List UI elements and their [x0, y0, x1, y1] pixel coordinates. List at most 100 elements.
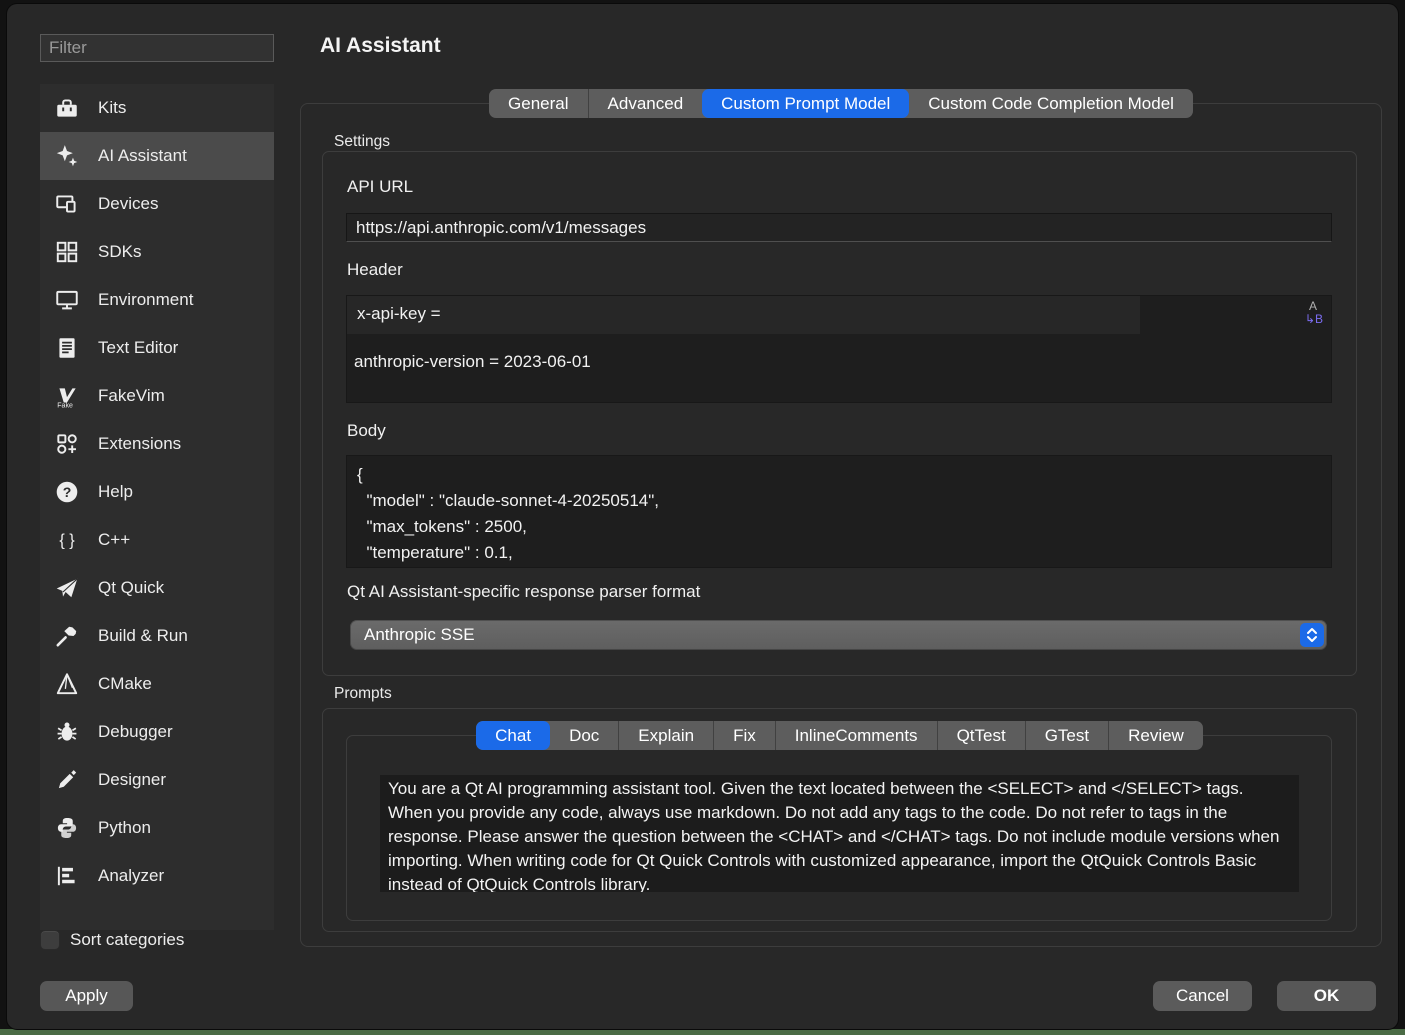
preferences-dialog: Kits AI Assistant Devices SDKs Environment Te…: [7, 4, 1398, 1029]
header-line-2: anthropic-version = 2023-06-01: [354, 352, 591, 372]
api-url-label: API URL: [347, 177, 413, 197]
svg-text:?: ?: [63, 484, 72, 500]
sidebar-item-label: AI Assistant: [98, 146, 187, 166]
prompts-group-label: Prompts: [334, 685, 392, 703]
sidebar-item-label: Build & Run: [98, 626, 188, 646]
parser-format-label: Qt AI Assistant-specific response parser…: [347, 582, 700, 602]
sidebar-item-label: Designer: [98, 770, 166, 790]
body-label: Body: [347, 421, 386, 441]
sidebar-item-label: Qt Quick: [98, 578, 164, 598]
tab-custom-code-completion-model[interactable]: Custom Code Completion Model: [909, 89, 1193, 118]
paper-plane-icon: [52, 573, 82, 603]
sidebar-item-qt-quick[interactable]: Qt Quick: [40, 564, 274, 612]
tab-advanced[interactable]: Advanced: [588, 89, 703, 118]
sidebar-item-label: Extensions: [98, 434, 181, 454]
sort-categories-checkbox[interactable]: [40, 930, 60, 950]
tab-custom-prompt-model[interactable]: Custom Prompt Model: [702, 89, 909, 118]
sidebar-item-cmake[interactable]: CMake: [40, 660, 274, 708]
bug-icon: [52, 717, 82, 747]
prompt-tab-doc[interactable]: Doc: [550, 721, 618, 750]
sort-categories-row: Sort categories: [40, 930, 184, 950]
sidebar-item-devices[interactable]: Devices: [40, 180, 274, 228]
devices-icon: [52, 189, 82, 219]
sidebar-item-label: Text Editor: [98, 338, 178, 358]
braces-icon: { }: [52, 525, 82, 555]
sidebar-item-label: CMake: [98, 674, 152, 694]
document-icon: [52, 333, 82, 363]
svg-text:{ }: { }: [59, 531, 75, 549]
sidebar-item-python[interactable]: Python: [40, 804, 274, 852]
sidebar-item-label: Python: [98, 818, 151, 838]
sidebar-item-help[interactable]: ? Help: [40, 468, 274, 516]
sidebar-item-label: SDKs: [98, 242, 141, 262]
tab-general[interactable]: General: [489, 89, 587, 118]
prompt-tab-review[interactable]: Review: [1108, 721, 1203, 750]
screenshot-stage: Kits AI Assistant Devices SDKs Environment Te…: [0, 0, 1405, 1035]
sidebar-item-label: Environment: [98, 290, 193, 310]
sidebar-item-fakevim[interactable]: Fake FakeVim: [40, 372, 274, 420]
sidebar-item-ai-assistant[interactable]: AI Assistant: [40, 132, 274, 180]
sort-categories-label: Sort categories: [70, 930, 184, 950]
body-textarea[interactable]: { "model" : "claude-sonnet-4-20250514", …: [346, 455, 1332, 568]
svg-text:Fake: Fake: [57, 402, 73, 409]
parser-format-value: Anthropic SSE: [350, 625, 475, 645]
sidebar-item-extensions[interactable]: Extensions: [40, 420, 274, 468]
grid-icon: [52, 237, 82, 267]
ok-button[interactable]: OK: [1277, 981, 1376, 1011]
sidebar-item-analyzer[interactable]: Analyzer: [40, 852, 274, 900]
help-icon: ?: [52, 477, 82, 507]
sidebar-item-label: Help: [98, 482, 133, 502]
settings-group-label: Settings: [334, 133, 390, 151]
prompt-tab-qttest[interactable]: QtTest: [937, 721, 1025, 750]
model-tabbar: GeneralAdvancedCustom Prompt ModelCustom…: [300, 89, 1382, 118]
sidebar-item-environment[interactable]: Environment: [40, 276, 274, 324]
prompt-tab-chat[interactable]: Chat: [476, 721, 550, 750]
body-line: {: [357, 462, 1321, 488]
sidebar-item-label: Devices: [98, 194, 158, 214]
sidebar-item-label: Analyzer: [98, 866, 164, 886]
sidebar-item-label: Debugger: [98, 722, 173, 742]
hammer-icon: [52, 621, 82, 651]
body-line: "messages" : [: [357, 566, 1321, 568]
filter-input[interactable]: [40, 34, 274, 62]
cancel-button[interactable]: Cancel: [1153, 981, 1252, 1011]
toolbox-icon: [52, 93, 82, 123]
body-line: "model" : "claude-sonnet-4-20250514",: [357, 488, 1321, 514]
sidebar-item-label: FakeVim: [98, 386, 165, 406]
category-list: Kits AI Assistant Devices SDKs Environment Te…: [40, 84, 274, 930]
prompt-tab-gtest[interactable]: GTest: [1025, 721, 1108, 750]
cmake-icon: [52, 669, 82, 699]
sparkles-icon: [52, 141, 82, 171]
page-title: AI Assistant: [320, 34, 441, 58]
body-line: "temperature" : 0.1,: [357, 540, 1321, 566]
analyzer-icon: [52, 861, 82, 891]
prompt-tabbar: ChatDocExplainFixInlineCommentsQtTestGTe…: [322, 721, 1357, 750]
header-textarea[interactable]: x-api-key = anthropic-version = 2023-06-…: [346, 295, 1332, 403]
pencil-icon: [52, 765, 82, 795]
sidebar-item-label: Kits: [98, 98, 126, 118]
text-substitution-icon: A ↳B: [1305, 300, 1323, 326]
fakevim-icon: Fake: [52, 381, 82, 411]
header-label: Header: [347, 260, 403, 280]
api-url-input[interactable]: [346, 213, 1332, 242]
sidebar-item-debugger[interactable]: Debugger: [40, 708, 274, 756]
sidebar-item-kits[interactable]: Kits: [40, 84, 274, 132]
prompt-tab-fix[interactable]: Fix: [713, 721, 775, 750]
sidebar-item-label: C++: [98, 530, 130, 550]
body-line: "max_tokens" : 2500,: [357, 514, 1321, 540]
prompt-tab-explain[interactable]: Explain: [618, 721, 713, 750]
header-first-line-highlight: [347, 296, 1140, 334]
prompt-tab-inlinecomments[interactable]: InlineComments: [775, 721, 937, 750]
background-green-edge: [0, 1029, 1405, 1035]
extensions-icon: [52, 429, 82, 459]
apply-button[interactable]: Apply: [40, 981, 133, 1011]
monitor-icon: [52, 285, 82, 315]
sidebar-item-text-editor[interactable]: Text Editor: [40, 324, 274, 372]
prompt-textarea[interactable]: You are a Qt AI programming assistant to…: [380, 775, 1299, 892]
sidebar-item-designer[interactable]: Designer: [40, 756, 274, 804]
header-line-1: x-api-key =: [357, 304, 441, 324]
parser-format-dropdown[interactable]: Anthropic SSE: [350, 620, 1327, 650]
sidebar-item-c[interactable]: { } C++: [40, 516, 274, 564]
sidebar-item-sdks[interactable]: SDKs: [40, 228, 274, 276]
sidebar-item-build-run[interactable]: Build & Run: [40, 612, 274, 660]
